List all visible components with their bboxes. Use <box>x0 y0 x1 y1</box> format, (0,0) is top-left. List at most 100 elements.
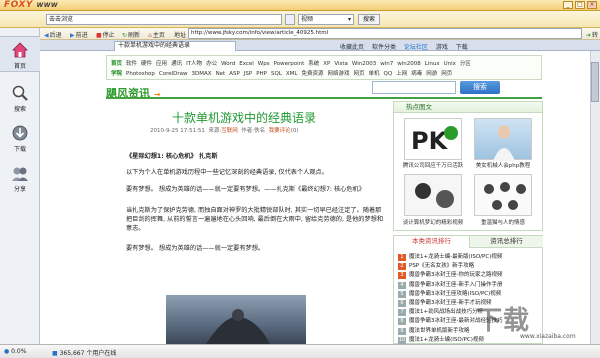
site-nav-link[interactable]: 上网 <box>396 71 407 77</box>
site-nav-link[interactable]: 病毒 <box>411 71 422 77</box>
divider <box>106 97 542 99</box>
site-nav-link[interactable]: 办公 <box>206 61 217 67</box>
tab-category-ranking[interactable]: 本类资讯排行 <box>394 236 469 248</box>
zoom-indicator: ● 0.0% <box>4 348 27 355</box>
scrollbar-thumb[interactable] <box>591 62 599 102</box>
online-users: ■ 365,667 个用户在线 <box>52 350 117 357</box>
rank-number-badge: 6 <box>398 300 406 307</box>
rank-number-badge: 4 <box>398 281 406 289</box>
search-engine-select[interactable]: 视频 ▾ <box>298 14 354 25</box>
comment-link[interactable]: 我要评论 <box>269 128 291 134</box>
site-nav-link[interactable]: SQL <box>271 71 282 77</box>
site-nav-link[interactable]: win2008 <box>397 61 421 67</box>
site-search-input[interactable] <box>372 81 456 94</box>
site-nav-link[interactable]: 单机 <box>369 71 380 77</box>
site-nav-link[interactable]: 硬件 <box>141 61 152 67</box>
tab-strip: 十款单机游戏中的经典语录 收藏此页 软件分类 论坛社区 游戏 下载 <box>40 40 600 51</box>
minimize-button[interactable]: _ <box>563 1 573 9</box>
site-nav-link[interactable]: Net <box>216 71 226 77</box>
engine-icon <box>285 14 295 25</box>
rank-number-badge: 7 <box>398 309 406 317</box>
site-nav-link[interactable]: win7 <box>380 61 393 67</box>
site-nav-link[interactable]: 网游 <box>426 71 437 77</box>
nav-item-home[interactable]: 首页 <box>0 36 40 72</box>
site-nav-link[interactable]: Linux <box>425 61 440 67</box>
home-icon <box>12 42 28 58</box>
site-nav-link[interactable]: Vista <box>334 61 348 67</box>
tab-active[interactable]: 十款单机游戏中的经典语录 <box>114 41 236 51</box>
hot-pictures-box: 热点图文 PK 腾讯公司回应千万日活跃 美女机械人会php教程 谈计算机梦幻的精… <box>393 101 543 231</box>
site-nav-link[interactable]: 分区 <box>460 61 471 67</box>
thumbnail[interactable] <box>474 174 532 216</box>
site-nav-link[interactable]: 软件 <box>126 61 137 67</box>
site-nav-link[interactable]: Wps <box>258 61 270 67</box>
maximize-button[interactable]: □ <box>575 1 585 9</box>
site-nav-link[interactable]: 网络游戏 <box>328 71 350 77</box>
site-nav-link[interactable]: CorelDraw <box>159 71 188 77</box>
thumbnail-caption[interactable]: 美女机械人会php教程 <box>470 161 536 169</box>
site-search-button[interactable]: 搜索 <box>460 81 500 94</box>
status-bar: ● 0.0% ■ 365,667 个用户在线 <box>0 344 600 358</box>
stop-button[interactable]: ■停止 <box>96 30 115 39</box>
forward-arrow-icon: ▶ <box>70 32 75 39</box>
thumbnail-caption[interactable]: 谈计算机梦幻的精彩视频 <box>400 218 466 226</box>
home-button[interactable]: ⌂主页 <box>148 30 165 39</box>
site-nav-link[interactable]: Powerpoint <box>274 61 305 67</box>
quick-link[interactable]: 论坛社区 <box>404 44 428 51</box>
thumbnail-caption[interactable]: 腾讯公司回应千万日活跃 <box>400 161 466 169</box>
site-nav-link[interactable]: 免费资源 <box>301 71 323 77</box>
site-nav-link[interactable]: 网页 <box>441 71 452 77</box>
site-nav-link[interactable]: JSP <box>244 71 252 77</box>
nav-label: 分享 <box>13 186 26 193</box>
quick-links: 收藏此页 软件分类 论坛社区 游戏 下载 <box>340 42 468 51</box>
thumbnail[interactable] <box>404 174 462 216</box>
site-nav-link[interactable]: 首页 <box>111 61 122 67</box>
quick-link[interactable]: 软件分类 <box>372 44 396 51</box>
site-nav-link[interactable]: Win2003 <box>352 61 376 67</box>
status-icon: ● <box>4 348 10 355</box>
thumbnail[interactable]: PK <box>404 118 462 160</box>
site-nav-link[interactable]: ASP <box>229 71 240 77</box>
forward-button[interactable]: ▶前进 <box>70 30 88 39</box>
quick-link[interactable]: 收藏此页 <box>340 44 364 51</box>
nav-item-search[interactable]: 搜索 <box>0 80 40 116</box>
share-icon <box>12 167 28 181</box>
close-button[interactable]: × <box>587 1 597 9</box>
search-query-input[interactable]: 击击浏览 <box>46 14 282 25</box>
site-nav-link[interactable]: Excel <box>239 61 254 67</box>
site-nav-link[interactable]: 网页 <box>354 71 365 77</box>
watermark-logo: 下载 <box>476 306 531 336</box>
thumbnail[interactable] <box>474 118 532 161</box>
source-link[interactable]: 互联网 <box>221 128 238 134</box>
refresh-button[interactable]: ↻刷新 <box>122 30 140 39</box>
site-nav-link[interactable]: 3DMAX <box>192 71 212 77</box>
site-nav-link[interactable]: Photoshop <box>126 71 155 77</box>
svg-text:PK: PK <box>411 127 449 155</box>
search-button[interactable]: 搜索 <box>358 14 380 25</box>
address-input[interactable]: http://www.jfsky.com/info/view/article_4… <box>188 28 582 39</box>
quick-link[interactable]: 下载 <box>456 44 468 51</box>
site-nav-link[interactable]: IT人物 <box>186 61 202 67</box>
site-nav-link[interactable]: PHP <box>256 71 267 77</box>
site-nav-link[interactable]: XP <box>323 61 330 67</box>
site-nav-link[interactable]: XML <box>286 71 298 77</box>
site-nav-link[interactable]: 系统 <box>308 61 319 67</box>
article-heading: 《星际幻想1: 核心危机》 扎克斯 <box>126 153 218 160</box>
back-button[interactable]: ◀后退 <box>44 30 62 39</box>
site-nav-link[interactable]: 通讯 <box>171 61 182 67</box>
nav-item-download[interactable]: 下载 <box>0 120 40 156</box>
ranking-item-label: 魔法1+龙骑士编-最新版(ISO/PC)视频 <box>409 254 503 260</box>
tab-overall-ranking[interactable]: 资讯总排行 <box>469 236 543 248</box>
site-nav-link[interactable]: 学院 <box>111 71 122 77</box>
quick-link[interactable]: 游戏 <box>436 44 448 51</box>
ranking-item-label: 魔法1+龙骑士编(ISO/PC)视频 <box>409 336 484 343</box>
site-nav-link[interactable]: 应用 <box>156 61 167 67</box>
site-nav-link[interactable]: Unix <box>444 61 456 67</box>
nav-item-share[interactable]: 分享 <box>0 160 40 196</box>
thumbnail-caption[interactable]: 重温猫与人的情感 <box>470 218 536 226</box>
users-icon: ■ <box>52 350 58 357</box>
search-icon <box>12 85 28 101</box>
refresh-icon: ↻ <box>122 32 128 39</box>
site-nav-link[interactable]: Word <box>221 61 235 67</box>
site-nav-link[interactable]: QQ <box>384 71 393 77</box>
